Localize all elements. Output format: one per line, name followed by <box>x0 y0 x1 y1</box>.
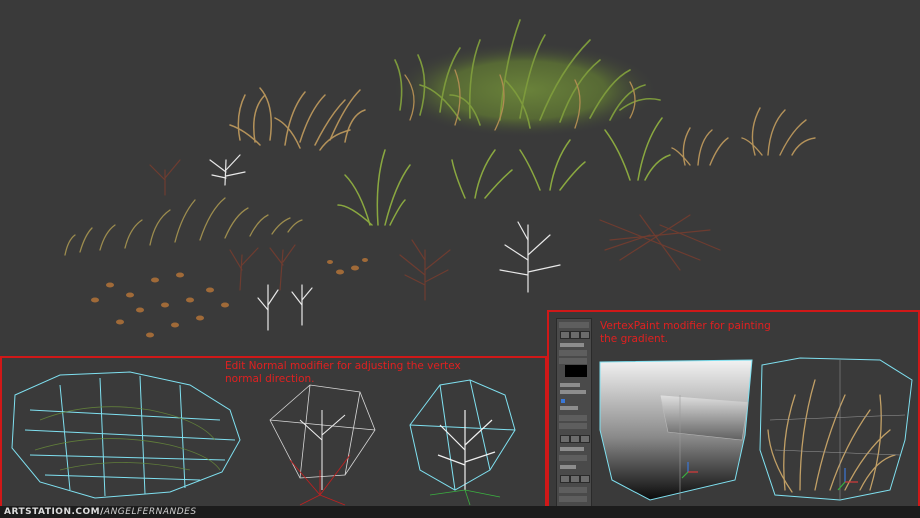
grass-strip <box>64 197 303 256</box>
large-grass-clump <box>390 19 661 138</box>
color-swatch[interactable] <box>565 365 587 377</box>
undo-icon[interactable] <box>560 475 570 483</box>
dry-grass-clump <box>229 87 366 151</box>
create-tab-icon[interactable] <box>560 331 570 339</box>
footer-brand: ARTSTATION.COM/ <box>4 507 104 517</box>
artwork-canvas: Edit Normal modifier for adjusting the v… <box>0 0 920 518</box>
footer-bar: ARTSTATION.COM/ANGELFERNANDES <box>0 506 920 518</box>
edit-normal-annotation: Edit Normal modifier for adjusting the v… <box>225 360 461 385</box>
command-panel[interactable] <box>556 318 592 508</box>
erase-icon[interactable] <box>580 435 590 443</box>
fallen-leaves <box>91 258 368 338</box>
redo-icon[interactable] <box>570 475 580 483</box>
footer-author: ANGELFERNANDES <box>103 507 197 517</box>
opacity-icon[interactable] <box>570 435 580 443</box>
layer-icon[interactable] <box>580 475 590 483</box>
white-branches <box>209 154 561 331</box>
dead-branches <box>149 159 721 301</box>
vertex-paint-annotation: VertexPaint modifier for painting the gr… <box>600 320 771 345</box>
paint-icon[interactable] <box>560 435 570 443</box>
dry-grass-clump-right <box>671 107 816 166</box>
footer-credit: ARTSTATION.COM/ANGELFERNANDES <box>4 506 197 518</box>
modify-tab-icon[interactable] <box>570 331 580 339</box>
hierarchy-tab-icon[interactable] <box>580 331 590 339</box>
